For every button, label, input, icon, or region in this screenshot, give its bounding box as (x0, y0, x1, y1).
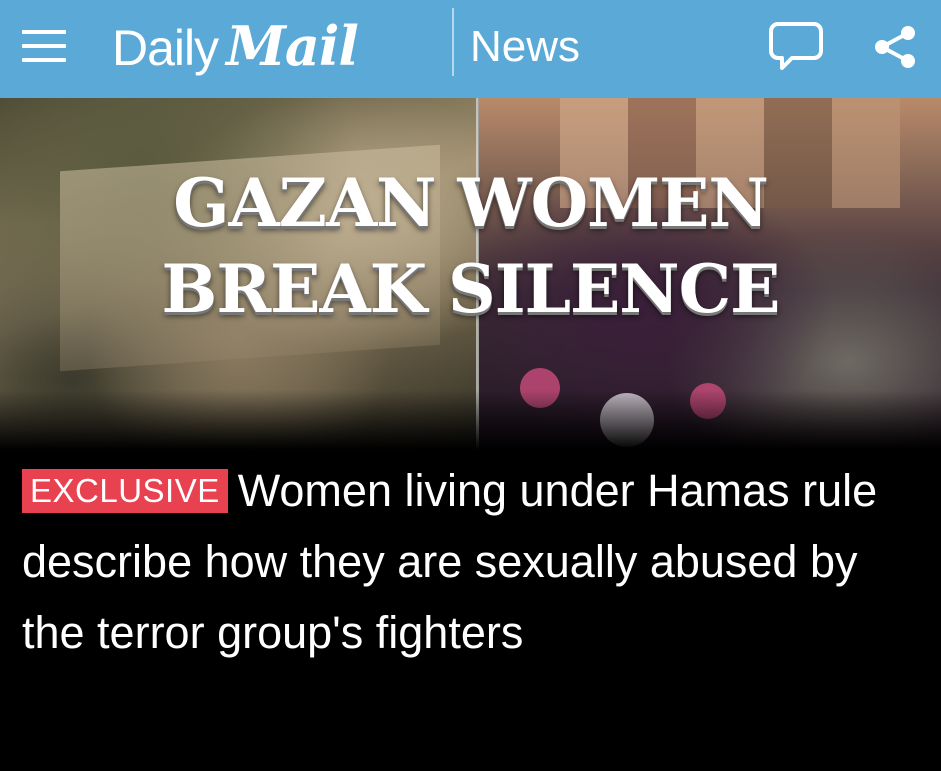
top-navigation-bar: Daily Mail News (0, 0, 941, 98)
hero-headline-line2: BREAK SILENCE (161, 250, 781, 328)
site-logo[interactable]: Daily Mail (112, 14, 359, 80)
hero-headline: GAZAN WOMEN BREAK SILENCE (0, 160, 941, 332)
section-label[interactable]: News (470, 22, 580, 72)
logo-mail-text: Mail (226, 14, 359, 78)
header-divider (452, 8, 454, 76)
hero-bottom-fade (0, 390, 941, 450)
exclusive-badge: EXCLUSIVE (22, 469, 228, 513)
comment-bubble-icon[interactable] (768, 20, 824, 72)
hamburger-menu-icon[interactable] (22, 24, 66, 68)
share-icon[interactable] (870, 22, 920, 72)
logo-daily-text: Daily (112, 20, 219, 76)
article-headline[interactable]: EXCLUSIVE Women living under Hamas rule d… (22, 455, 922, 668)
hero-image[interactable]: GAZAN WOMEN BREAK SILENCE (0, 98, 941, 450)
hero-headline-line1: GAZAN WOMEN (173, 164, 769, 242)
